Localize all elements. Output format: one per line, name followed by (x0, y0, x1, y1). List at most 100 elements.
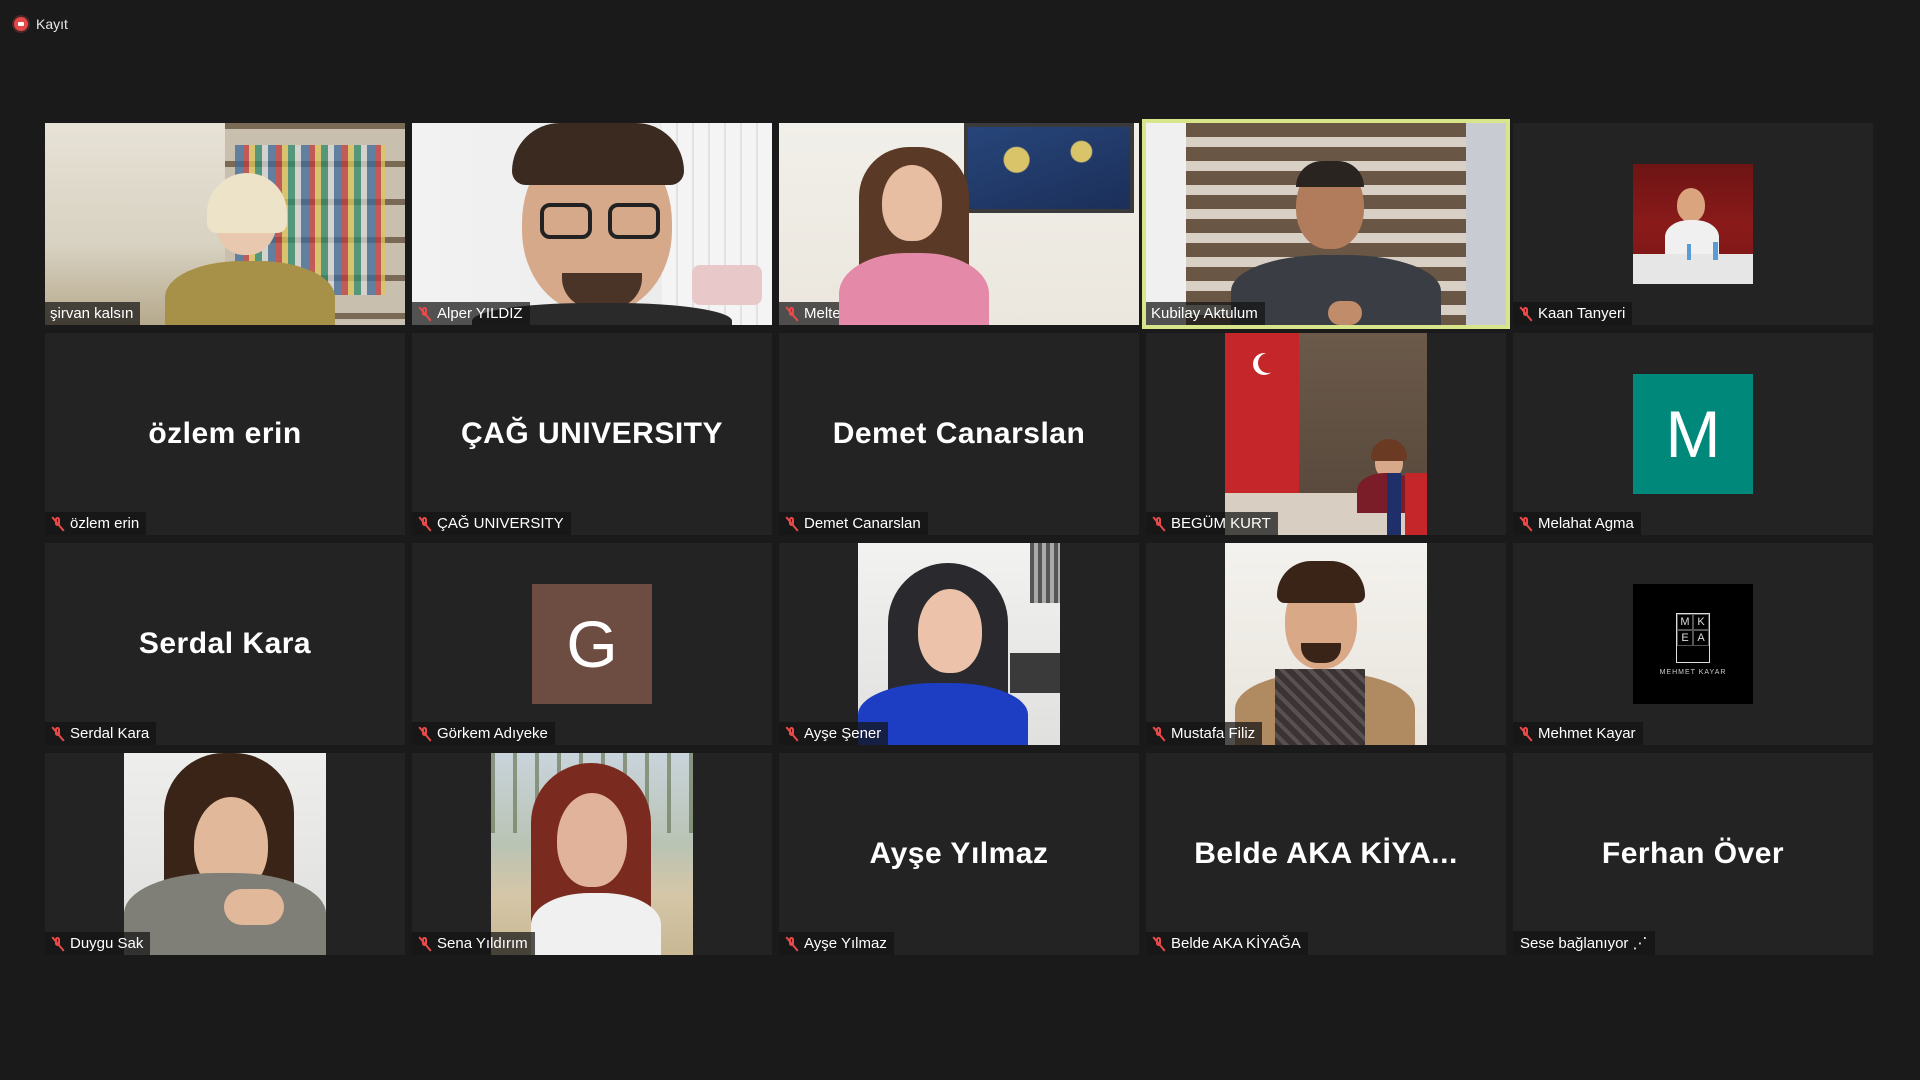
logo-letter: K (1693, 613, 1709, 630)
participant-name-label: şirvan kalsın (45, 302, 141, 325)
participant-name: Duygu Sak (70, 935, 144, 952)
participant-tile[interactable]: Sena Yıldırım (412, 753, 772, 955)
participant-display-name: Ferhan Över (1601, 837, 1785, 870)
participant-name-label: Demet Canarslan (779, 512, 928, 535)
participant-name-label: Ayşe Şener (779, 722, 889, 745)
participant-display-name: Demet Canarslan (832, 417, 1086, 450)
participant-name: Mehmet Kayar (1538, 725, 1636, 742)
recording-indicator[interactable]: Kayıt (14, 16, 68, 32)
participant-video (45, 123, 405, 325)
avatar: G (532, 584, 652, 704)
participant-name: Serdal Kara (70, 725, 150, 742)
participant-name-label: BEGÜM KURT (1146, 512, 1278, 535)
audio-connecting-status: Sese bağlanıyor ⋰ (1513, 931, 1655, 955)
participant-name-label: Serdal Kara (45, 722, 157, 745)
mic-off-icon (1518, 516, 1534, 532)
participant-name-label: Görkem Adıyeke (412, 722, 555, 745)
participant-tile[interactable]: Demet Canarslan Demet Canarslan (779, 333, 1139, 535)
participant-name: Sena Yıldırım (437, 935, 528, 952)
mic-off-icon (1518, 306, 1534, 322)
participant-tile[interactable]: Duygu Sak (45, 753, 405, 955)
participant-tile[interactable]: ÇAĞ UNIVERSITY ÇAĞ UNIVERSITY (412, 333, 772, 535)
profile-photo (124, 753, 326, 955)
mic-off-icon (1151, 726, 1167, 742)
participant-tile[interactable]: şirvan kalsın (45, 123, 405, 325)
participant-tile[interactable]: Serdal Kara Serdal Kara (45, 543, 405, 745)
participant-tile[interactable]: BEGÜM KURT (1146, 333, 1506, 535)
participant-tile[interactable]: G Görkem Adıyeke (412, 543, 772, 745)
participant-name-label: Belde AKA KİYAĞA (1146, 932, 1308, 955)
mic-off-icon (50, 936, 66, 952)
participant-name: Ayşe Şener (804, 725, 882, 742)
participant-tile[interactable]: Ayşe Yılmaz Ayşe Yılmaz (779, 753, 1139, 955)
profile-photo (491, 753, 693, 955)
mic-off-icon (417, 936, 433, 952)
participant-name-label: Melahat Agma (1513, 512, 1641, 535)
participant-tile[interactable]: M K E A MEHMET KAYAR Mehmet Kayar (1513, 543, 1873, 745)
recording-label: Kayıt (36, 16, 68, 32)
participant-tile[interactable]: Kaan Tanyeri (1513, 123, 1873, 325)
logo-mark: M K E A (1676, 612, 1710, 663)
participant-video (412, 123, 772, 325)
mic-off-icon (784, 306, 800, 322)
participant-grid: şirvan kalsın Alper YILDIZ Meltem Kubila… (45, 119, 1873, 955)
participant-tile[interactable]: Ferhan Över Sese bağlanıyor ⋰ (1513, 753, 1873, 955)
logo-letter: M (1677, 613, 1693, 630)
profile-photo (858, 543, 1060, 745)
mic-off-icon (784, 936, 800, 952)
participant-display-name: ÇAĞ UNIVERSITY (460, 417, 724, 450)
participant-tile[interactable]: Ayşe Şener (779, 543, 1139, 745)
mic-off-icon (1518, 726, 1534, 742)
record-icon (14, 17, 28, 31)
profile-photo (1225, 543, 1427, 745)
participant-name: Kaan Tanyeri (1538, 305, 1626, 322)
mic-off-icon (50, 726, 66, 742)
mic-off-icon (1151, 936, 1167, 952)
participant-tile[interactable]: Mustafa Filiz (1146, 543, 1506, 745)
participant-name: ÇAĞ UNIVERSITY (437, 515, 564, 532)
participant-name-label: Alper YILDIZ (412, 302, 530, 325)
mic-off-icon (417, 306, 433, 322)
participant-name: Kubilay Aktulum (1151, 305, 1258, 322)
participant-name-label: Mehmet Kayar (1513, 722, 1643, 745)
participant-name-label: Duygu Sak (45, 932, 151, 955)
participant-video (779, 123, 1139, 325)
logo-letter: E (1677, 629, 1693, 646)
mic-off-icon (417, 726, 433, 742)
participant-name-label: Kaan Tanyeri (1513, 302, 1633, 325)
participant-tile[interactable]: M Melahat Agma (1513, 333, 1873, 535)
participant-tile[interactable]: Belde AKA KİYA... Belde AKA KİYAĞA (1146, 753, 1506, 955)
participant-name: Ayşe Yılmaz (804, 935, 887, 952)
participant-name-label: özlem erin (45, 512, 147, 535)
participant-name-label: Kubilay Aktulum (1146, 302, 1265, 325)
logo-letter: A (1693, 629, 1709, 646)
mic-off-icon (1151, 516, 1167, 532)
participant-display-name: Ayşe Yılmaz (869, 837, 1049, 870)
participant-tile[interactable]: Alper YILDIZ (412, 123, 772, 325)
avatar-logo: M K E A MEHMET KAYAR (1633, 584, 1753, 704)
participant-video (1146, 123, 1506, 325)
loading-icon: ⋰ (1632, 935, 1648, 952)
avatar-letter: M (1665, 397, 1721, 471)
mic-off-icon (50, 516, 66, 532)
participant-display-name: Serdal Kara (138, 627, 312, 660)
mic-off-icon (417, 516, 433, 532)
participant-tile[interactable]: Meltem Akin (779, 123, 1139, 325)
participant-name: Görkem Adıyeke (437, 725, 548, 742)
participant-tile[interactable]: özlem erin özlem erin (45, 333, 405, 535)
participant-tile-active-speaker[interactable]: Kubilay Aktulum (1142, 119, 1510, 329)
participant-name-label: Mustafa Filiz (1146, 722, 1263, 745)
avatar-letter: G (566, 607, 618, 681)
participant-name: Melahat Agma (1538, 515, 1634, 532)
participant-name: Demet Canarslan (804, 515, 921, 532)
participant-name-label: ÇAĞ UNIVERSITY (412, 512, 571, 535)
participant-name-label: Ayşe Yılmaz (779, 932, 894, 955)
participant-name-label: Sena Yıldırım (412, 932, 535, 955)
status-text: Sese bağlanıyor (1520, 935, 1629, 952)
participant-name: Alper YILDIZ (437, 305, 523, 322)
mic-off-icon (784, 516, 800, 532)
participant-name: Mustafa Filiz (1171, 725, 1256, 742)
participant-name: Belde AKA KİYAĞA (1171, 935, 1301, 952)
participant-name: özlem erin (70, 515, 140, 532)
logo-text: MEHMET KAYAR (1659, 668, 1727, 676)
